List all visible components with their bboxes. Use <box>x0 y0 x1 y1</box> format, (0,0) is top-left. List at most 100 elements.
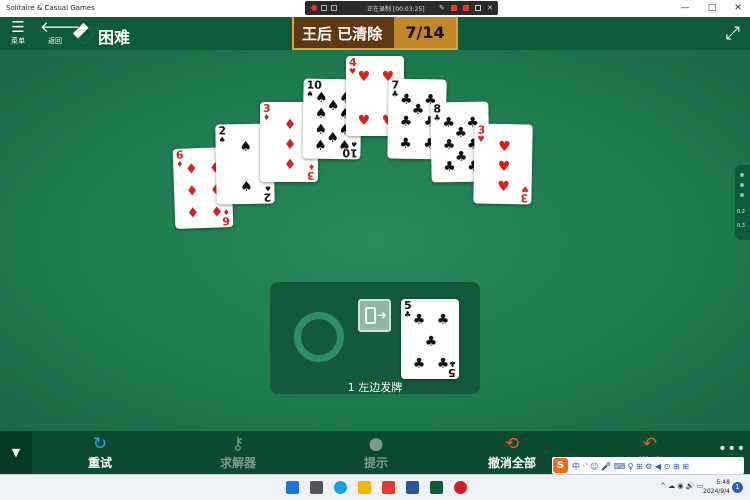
goal-progress: 7/14 <box>394 17 456 48</box>
card-suit: ♣ <box>391 89 399 99</box>
close-recorder-icon[interactable]: ✕ <box>487 5 493 12</box>
ime-toolbar[interactable]: S 中 ·ʼ ☺ 🎤 ⌨ ♀ ⊞ ⚙ ◀ ⊙ ⊞ ⊞ <box>552 457 744 474</box>
explorer-icon[interactable] <box>358 481 371 494</box>
recording-bar[interactable]: 正在录制 [00:03:25] ✎ ✕ <box>305 1 498 15</box>
window-icon[interactable] <box>321 5 327 11</box>
side-indicator[interactable]: 0.2 0.3 <box>735 165 750 240</box>
solver-label: 求解器 <box>219 456 256 470</box>
card-suit: ♦ <box>176 159 184 169</box>
card-pip: ♦ <box>283 137 297 153</box>
card-pip: ♣ <box>399 113 413 130</box>
app-title: Solitaire & Casual Games <box>6 4 95 12</box>
pen-icon[interactable]: ✎ <box>439 5 445 12</box>
goal-status: 王后 已清除 7/14 <box>292 17 458 50</box>
card-suit: ♠ <box>218 135 226 145</box>
card-pip: ♠ <box>338 138 351 155</box>
card-suit: ♦ <box>307 162 315 171</box>
pause-icon[interactable] <box>463 5 469 11</box>
clock[interactable]: 5:48 2024/9/4 <box>703 478 730 496</box>
playing-card[interactable]: 3 ♥ 3 ♥ ♥ ♥ ♥ <box>473 123 533 205</box>
card-pip: ♣ <box>424 334 438 350</box>
word-icon[interactable] <box>406 481 419 494</box>
recorder-icon[interactable] <box>454 481 467 494</box>
back-button[interactable]: 🡐 返回 <box>40 17 81 50</box>
card-suit: ♣ <box>404 310 412 319</box>
card-pip: ♥ <box>497 158 511 176</box>
card-pip: ♥ <box>497 178 511 196</box>
undo-all-button[interactable]: ⟲ 撤消全部 <box>472 433 552 473</box>
card-suit: ♥ <box>349 67 357 76</box>
start-icon[interactable] <box>286 481 299 494</box>
undo-all-label: 撤消全部 <box>487 456 536 470</box>
card-suit: ♥ <box>521 184 529 194</box>
card-pip: ♦ <box>283 117 297 133</box>
task-view-icon[interactable] <box>310 481 323 494</box>
back-arrow-icon: 🡐 <box>40 18 81 36</box>
solver-button[interactable]: ⚷ 求解器 <box>198 433 278 473</box>
taskbar: ^ ☁ ◉ 🔊 ▭ 5:48 2024/9/4 1 <box>0 474 750 500</box>
card-pip: ♣ <box>412 312 426 328</box>
ime-logo[interactable]: S <box>553 458 568 473</box>
stop-icon[interactable] <box>451 5 457 11</box>
lightbulb-icon: ● <box>368 434 384 454</box>
card-pip: ♣ <box>412 356 426 372</box>
window-title-bar: Solitaire & Casual Games 正在录制 [00:03:25]… <box>0 0 750 17</box>
card-suit: ♣ <box>433 113 441 123</box>
undo-all-icon: ⟲ <box>504 434 520 454</box>
deal-button[interactable]: ➜ <box>358 299 391 332</box>
key-icon: ⚷ <box>231 434 245 454</box>
card-pip: ♠ <box>314 137 327 154</box>
card-pip: ♣ <box>436 312 450 328</box>
card-suit: ♦ <box>263 113 271 122</box>
edge-icon[interactable] <box>334 481 347 494</box>
game-header: ☰ 菜单 🡐 返回 困难 王后 已清除 7/14 ⤢ <box>0 17 750 50</box>
indicator-dot <box>740 173 744 177</box>
hamburger-icon: ☰ <box>11 18 25 36</box>
clock-date: 2024/9/4 <box>703 488 730 495</box>
playing-card[interactable]: 5 ♣ 5 ♣ ♣ ♣ ♣ ♣ ♣ <box>401 299 459 379</box>
toolbar-collapse-button[interactable]: ▼ <box>0 431 32 474</box>
card-pip: ♠ <box>314 105 328 122</box>
card-pip: ♦ <box>283 157 297 173</box>
card-rank: 3 <box>520 191 529 205</box>
card-pip: ♦ <box>210 204 224 221</box>
minimize-button[interactable]: — <box>676 2 694 15</box>
camera-icon[interactable] <box>475 5 481 11</box>
card-outline-icon <box>365 307 376 324</box>
card-pip: ♦ <box>185 183 199 200</box>
card-pip: ♦ <box>184 161 198 178</box>
window-icon-2[interactable] <box>331 5 337 11</box>
system-tray[interactable]: ^ ☁ ◉ 🔊 ▭ <box>660 482 703 490</box>
indicator-value: 0.2 <box>737 209 745 215</box>
card-pip: ♥ <box>357 69 371 85</box>
arrow-right-icon: ➜ <box>377 308 388 322</box>
menu-button[interactable]: ☰ 菜单 <box>3 17 33 50</box>
notification-badge[interactable]: 1 <box>732 482 743 493</box>
restart-button[interactable]: ↻ 重试 <box>60 433 140 473</box>
card-pip: ♠ <box>239 138 253 156</box>
restart-label: 重试 <box>87 456 112 470</box>
card-pip: ♣ <box>399 135 412 152</box>
card-pip: ♣ <box>436 356 450 372</box>
card-pip: ♦ <box>186 205 200 222</box>
ime-controls[interactable]: 中 ·ʼ ☺ 🎤 ⌨ ♀ ⊞ ⚙ ◀ ⊙ ⊞ ⊞ <box>572 461 689 472</box>
card-rank: 2 <box>263 190 272 204</box>
record-dot-icon <box>311 5 317 11</box>
card-pip: ♣ <box>443 159 456 176</box>
recording-status: 正在录制 [00:03:25] <box>367 6 425 13</box>
fullscreen-icon[interactable]: ⤢ <box>726 23 740 44</box>
stock-panel: ➜ 5 ♣ 5 ♣ ♣ ♣ ♣ ♣ ♣ 1 左边发牌 <box>270 282 480 394</box>
back-label: 返回 <box>48 37 62 45</box>
solitaire-icon[interactable] <box>430 481 443 494</box>
card-pip: ♥ <box>497 138 511 156</box>
indicator-value: 0.3 <box>737 223 745 229</box>
app-icon[interactable] <box>382 481 395 494</box>
stock-recycle-icon[interactable] <box>294 312 344 362</box>
card-suit: ♥ <box>477 134 485 144</box>
close-button[interactable]: ✕ <box>729 2 747 15</box>
clock-time: 5:48 <box>716 479 730 486</box>
hint-button[interactable]: ● 提示 <box>336 433 416 473</box>
stock-hint: 1 左边发牌 <box>347 381 403 394</box>
maximize-button[interactable]: □ <box>703 2 721 15</box>
goal-text: 王后 已清除 <box>302 25 383 43</box>
